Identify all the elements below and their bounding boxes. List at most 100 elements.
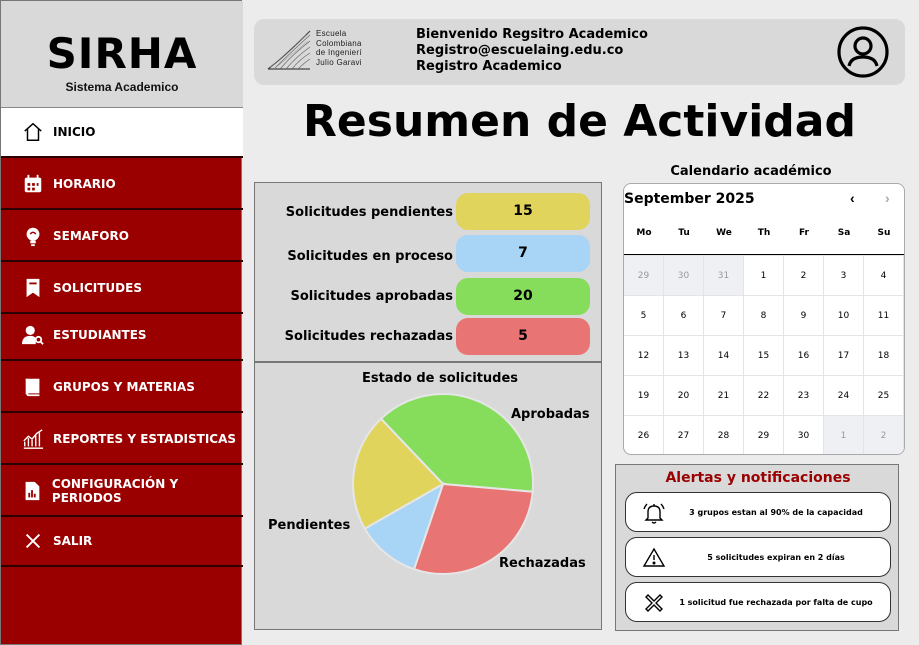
- calendar-day[interactable]: 16: [784, 335, 824, 375]
- calendar-day[interactable]: 11: [864, 295, 904, 335]
- calendar-day[interactable]: 5: [624, 295, 664, 335]
- alert-item[interactable]: 1 solicitud fue rechazada por falta de c…: [625, 582, 891, 622]
- brand-title: SIRHA: [46, 29, 198, 78]
- page-title: Resumen de Actividad: [303, 96, 856, 147]
- slice-label-rechazadas: Rechazadas: [499, 556, 586, 571]
- avatar-icon[interactable]: [836, 25, 890, 79]
- calendar-day[interactable]: 30: [784, 415, 824, 454]
- calendar-day[interactable]: 2: [864, 415, 904, 454]
- weekday-label: Sa: [837, 228, 851, 238]
- stat-value-pendientes: 15: [456, 193, 590, 230]
- pie-chart: [352, 393, 534, 575]
- calendar-day[interactable]: 1: [744, 255, 784, 295]
- calendar-day[interactable]: 21: [704, 375, 744, 415]
- sidebar-item-semaforo[interactable]: SEMAFORO: [1, 212, 243, 262]
- weekday-label: Th: [757, 228, 771, 238]
- alert-item[interactable]: 5 solicitudes expiran en 2 días: [625, 537, 891, 577]
- user-search-icon: [21, 323, 45, 347]
- user-role: Registro Academico: [416, 59, 562, 74]
- weekday-label: Fr: [798, 228, 809, 238]
- calendar-day[interactable]: 22: [744, 375, 784, 415]
- calendar-day[interactable]: 31: [704, 255, 744, 295]
- warning-icon: [642, 546, 666, 570]
- sidebar-item-label: REPORTES Y ESTADISTICAS: [53, 432, 237, 446]
- stat-label-en-proceso: Solicitudes en proceso: [287, 249, 453, 264]
- sidebar-item-label: HORARIO: [53, 177, 116, 191]
- calendar-icon: [21, 172, 45, 196]
- calendar-day[interactable]: 1: [824, 415, 864, 454]
- alert-text: 3 grupos estan al 90% de la capacidad: [689, 508, 863, 517]
- calendar-day[interactable]: 26: [624, 415, 664, 454]
- sidebar-item-label: CONFIGURACIÓN Y PERIODOS: [51, 477, 179, 505]
- calendar-widget: September 2025 ‹ › Mo Tu We Th Fr Sa Su 29 30 31…: [623, 183, 905, 455]
- calendar-day[interactable]: 27: [664, 415, 704, 454]
- sidebar-item-estudiantes[interactable]: ESTUDIANTES: [1, 311, 243, 361]
- calendar-day[interactable]: 3: [824, 255, 864, 295]
- calendar-day[interactable]: 14: [704, 335, 744, 375]
- calendar-day[interactable]: 8: [744, 295, 784, 335]
- welcome-text: Bienvenido Regsitro Academico: [416, 27, 648, 42]
- calendar-day[interactable]: 4: [864, 255, 904, 295]
- calendar-month: September 2025: [624, 191, 755, 207]
- calendar-day[interactable]: 18: [864, 335, 904, 375]
- header: Escuela Colombiana de Ingenierí Julio Ga…: [254, 19, 905, 85]
- calendar-day[interactable]: 10: [824, 295, 864, 335]
- weekday-label: We: [716, 228, 732, 238]
- calendar-day[interactable]: 28: [704, 415, 744, 454]
- calendar-day[interactable]: 25: [864, 375, 904, 415]
- sidebar-item-label: ESTUDIANTES: [53, 328, 147, 342]
- school-logo: Escuela Colombiana de Ingenierí Julio Ga…: [266, 27, 376, 73]
- close-icon: [21, 529, 45, 553]
- calendar-day[interactable]: 29: [744, 415, 784, 454]
- report-icon: [21, 479, 44, 503]
- x-mark-icon: [642, 591, 666, 615]
- calendar-day[interactable]: 29: [624, 255, 664, 295]
- calendar-day[interactable]: 6: [664, 295, 704, 335]
- sidebar-item-horario[interactable]: HORARIO: [1, 160, 243, 210]
- traffic-light-icon: [21, 224, 45, 248]
- calendar-day[interactable]: 17: [824, 335, 864, 375]
- calendar-day[interactable]: 12: [624, 335, 664, 375]
- sidebar-item-inicio[interactable]: INICIO: [1, 108, 243, 158]
- sidebar-item-label: SALIR: [53, 534, 93, 548]
- stat-label-pendientes: Solicitudes pendientes: [285, 205, 453, 220]
- sidebar-item-label: SEMAFORO: [53, 229, 129, 243]
- calendar-title: Calendario académico: [670, 164, 832, 179]
- calendar-day[interactable]: 19: [624, 375, 664, 415]
- calendar-day[interactable]: 20: [664, 375, 704, 415]
- alerts-title: Alertas y notificaciones: [665, 470, 851, 486]
- calendar-day[interactable]: 9: [784, 295, 824, 335]
- chart-line-icon: [21, 427, 45, 451]
- slice-label-aprobadas: Aprobadas: [511, 407, 590, 422]
- bell-icon: [642, 501, 666, 525]
- sidebar-item-configuracion[interactable]: CONFIGURACIÓN Y PERIODOS: [1, 467, 243, 517]
- user-info: Bienvenido Regsitro Academico Registro@e…: [416, 27, 648, 75]
- pie-chart-panel: Estado de solicitudes Aprobadas Pendient…: [254, 362, 602, 630]
- stat-value-en-proceso: 7: [456, 235, 590, 272]
- brand: SIRHA Sistema Academico: [1, 1, 243, 108]
- book-icon: [21, 375, 45, 399]
- chevron-left-icon[interactable]: ‹: [850, 190, 855, 206]
- calendar-day[interactable]: 24: [824, 375, 864, 415]
- chevron-right-icon[interactable]: ›: [885, 190, 890, 206]
- sidebar-item-reportes[interactable]: REPORTES Y ESTADISTICAS: [1, 415, 243, 465]
- stat-value-rechazadas: 5: [456, 318, 590, 355]
- stat-value-aprobadas: 20: [456, 278, 590, 315]
- sidebar-item-solicitudes[interactable]: SOLICITUDES: [1, 264, 243, 314]
- calendar-day[interactable]: 2: [784, 255, 824, 295]
- alerts-panel: Alertas y notificaciones 3 grupos estan …: [615, 464, 899, 631]
- calendar-day[interactable]: 15: [744, 335, 784, 375]
- slice-label-pendientes: Pendientes: [268, 518, 351, 533]
- alert-text: 5 solicitudes expiran en 2 días: [707, 553, 845, 562]
- sidebar-item-label: SOLICITUDES: [53, 281, 142, 295]
- user-email: Registro@escuelaing.edu.co: [416, 43, 624, 58]
- weekday-label: Su: [877, 228, 891, 238]
- sidebar: SIRHA Sistema Academico INICIO HORARIO S…: [0, 0, 243, 645]
- sidebar-item-grupos-materias[interactable]: GRUPOS Y MATERIAS: [1, 363, 243, 413]
- calendar-day[interactable]: 23: [784, 375, 824, 415]
- calendar-day[interactable]: 7: [704, 295, 744, 335]
- sidebar-item-salir[interactable]: SALIR: [1, 517, 243, 567]
- alert-item[interactable]: 3 grupos estan al 90% de la capacidad: [625, 492, 891, 532]
- calendar-day[interactable]: 13: [664, 335, 704, 375]
- calendar-day[interactable]: 30: [664, 255, 704, 295]
